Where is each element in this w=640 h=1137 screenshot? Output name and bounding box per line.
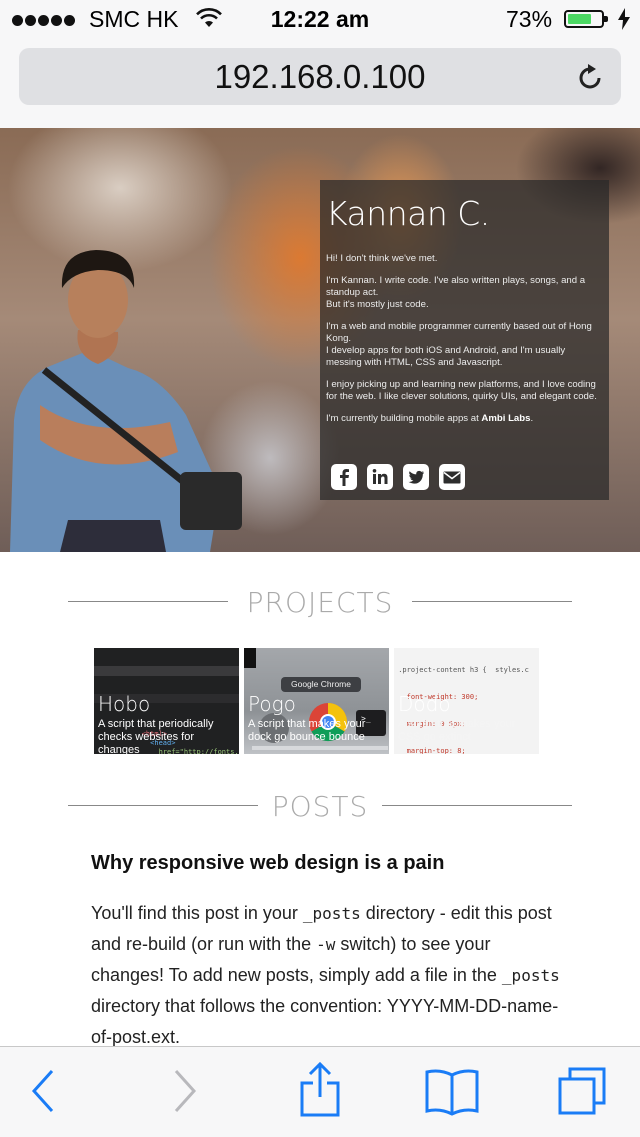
intro-text: I'm a web and mobile programmer currentl… [326,321,592,344]
profile-name: Kannan C. [326,194,490,233]
browser-toolbar [0,1046,640,1137]
posts-heading: POSTS [68,790,572,823]
post-code: -w [316,935,336,954]
status-bar: SMC HK 12:22 am 73% [0,0,640,40]
back-icon[interactable] [28,1067,58,1120]
reload-icon[interactable] [577,62,605,97]
project-card-dodo[interactable]: .project-content h3 { styles.c font-weig… [394,648,539,754]
email-icon[interactable] [439,464,465,490]
url-text[interactable]: 192.168.0.100 [19,58,621,96]
company-link[interactable]: Ambi Labs [481,413,530,424]
browser-address-area: 192.168.0.100 [0,40,640,128]
linkedin-icon[interactable] [367,464,393,490]
dock-tooltip: Google Chrome [281,677,361,692]
intro-paragraph: I'm Kannan. I write code. I've also writ… [326,275,603,311]
intro-paragraph: I enjoy picking up and learning new plat… [326,379,597,402]
facebook-icon[interactable] [331,464,357,490]
social-links [331,464,475,495]
intro-text: I develop apps for both iOS and Android,… [326,345,566,368]
address-bar[interactable]: 192.168.0.100 [19,48,621,105]
bookmarks-icon[interactable] [424,1067,480,1122]
forward-icon[interactable] [170,1067,200,1120]
posts-heading-text: POSTS [271,790,369,823]
project-title: Dodo [398,692,451,716]
project-description: A script that makes your CSS go extinct [398,718,516,743]
twitter-icon[interactable] [403,464,429,490]
project-title: Pogo [248,692,296,716]
battery-percentage: 73% [506,6,553,32]
intro-paragraph: I'm a web and mobile programmer currentl… [326,321,603,369]
tabs-icon[interactable] [556,1065,612,1122]
current-work-text: I'm currently building mobile apps at [326,413,479,424]
projects-heading-text: PROJECTS [246,586,394,619]
post-code: _posts [302,904,361,923]
battery-level-fill [568,14,592,24]
profile-photo [10,250,242,552]
post-excerpt: You'll find this post in your _posts dir… [91,898,561,1053]
intro-greeting: Hi! I don't think we've met. [326,253,438,264]
share-icon[interactable] [298,1061,342,1122]
post-text: directory that follows the convention: Y… [91,996,559,1047]
current-work: I'm currently building mobile apps at Am… [326,413,603,425]
projects-heading: PROJECTS [68,586,572,619]
profile-card: Kannan C. Hi! I don't think we've met. I… [320,180,609,500]
project-description: A script that makes your dock go bounce … [248,718,366,743]
post-title[interactable]: Why responsive web design is a pain [91,852,444,875]
intro-text: But it's mostly just code. [326,299,429,310]
post-text: You'll find this post in your [91,903,303,923]
projects-grid: <html> <head> href="http://fonts.google … [94,648,540,754]
hero-banner: Kannan C. Hi! I don't think we've met. I… [0,128,640,552]
project-description: A script that periodically checks websit… [98,718,214,754]
project-card-hobo[interactable]: <html> <head> href="http://fonts.google … [94,648,239,754]
current-work-suffix: . [530,413,534,424]
project-card-pogo[interactable]: Google Chrome >_ Pogo A script that make… [244,648,389,754]
post-code: _posts [501,966,560,985]
intro-text: I'm Kannan. I write code. I've also writ… [326,275,586,298]
project-title: Hobo [98,692,151,716]
battery-icon [564,10,608,28]
charging-bolt-icon [618,8,630,35]
